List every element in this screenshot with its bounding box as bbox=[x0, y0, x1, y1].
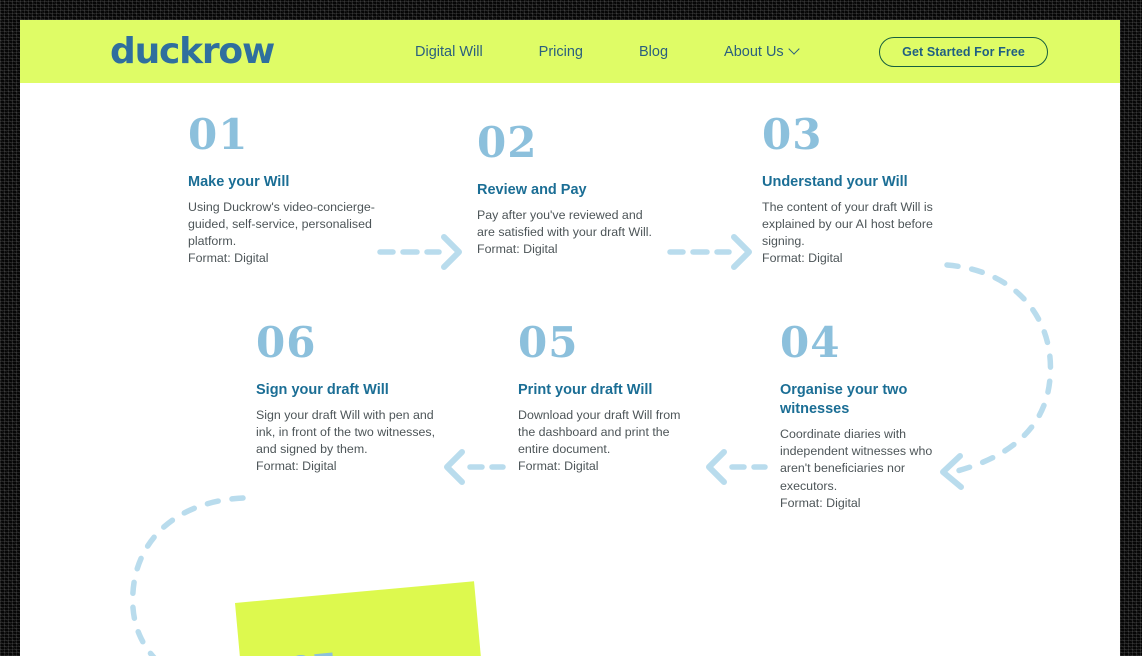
chevron-down-icon bbox=[788, 42, 800, 55]
nav-item-label: Pricing bbox=[538, 43, 583, 60]
how-it-works-steps: 01 Make your Will Using Duckrow's video-… bbox=[20, 83, 1120, 656]
step-description: Using Duckrow's video-concierge-guided, … bbox=[188, 200, 375, 249]
nav-item-label: Blog bbox=[639, 43, 669, 60]
nav-item-label: About Us bbox=[724, 43, 784, 60]
nav-item-pricing[interactable]: Pricing bbox=[539, 44, 583, 60]
step-card-01: 01 Make your Will Using Duckrow's video-… bbox=[188, 114, 378, 268]
step-title: Sign your draft Will bbox=[256, 382, 389, 398]
step-number: 01 bbox=[188, 110, 249, 159]
step-number: 02 bbox=[477, 118, 538, 167]
step-description: Download your draft Will from the dashbo… bbox=[518, 408, 681, 457]
step-number: 07 bbox=[288, 646, 339, 656]
step-title: Understand your Will bbox=[762, 174, 908, 190]
get-started-button[interactable]: Get Started For Free bbox=[879, 36, 1048, 67]
step-card-07: 07 per Will bbox=[235, 581, 488, 656]
dashed-curve-step3-to-step4 bbox=[940, 262, 1054, 490]
step-format: Format: Digital bbox=[477, 242, 558, 257]
arrow-left-step5-to-step6 bbox=[444, 449, 506, 485]
nav-item-label: Digital Will bbox=[415, 43, 483, 60]
step-description: Pay after you've reviewed and are satisf… bbox=[477, 208, 652, 240]
step-number: 03 bbox=[762, 110, 823, 159]
arrow-left-step4-to-step5 bbox=[706, 449, 768, 485]
nav-item-blog[interactable]: Blog bbox=[639, 44, 668, 60]
step-format: Format: Digital bbox=[188, 251, 269, 266]
step-description: Sign your draft Will with pen and ink, i… bbox=[256, 408, 436, 457]
step-card-06: 06 Sign your draft Will Sign your draft … bbox=[256, 322, 436, 476]
step-title: Print your draft Will bbox=[518, 382, 653, 398]
nav-item-digital-will[interactable]: Digital Will bbox=[415, 44, 483, 60]
main-navigation: Digital Will Pricing Blog About Us bbox=[415, 42, 800, 60]
step-card-05: 05 Print your draft Will Download your d… bbox=[518, 322, 698, 476]
nav-item-about-us[interactable]: About Us bbox=[724, 42, 800, 60]
arrow-right-step2-to-step3 bbox=[667, 234, 752, 270]
step-format: Format: Digital bbox=[518, 459, 599, 474]
browser-viewport: duckrow Digital Will Pricing Blog About … bbox=[20, 20, 1120, 656]
step-card-02: 02 Review and Pay Pay after you've revie… bbox=[477, 122, 657, 258]
brand-logo[interactable]: duckrow bbox=[110, 33, 275, 70]
step-number: 05 bbox=[518, 318, 579, 367]
step-format: Format: Digital bbox=[256, 459, 337, 474]
site-header: duckrow Digital Will Pricing Blog About … bbox=[20, 20, 1120, 83]
step-title: Review and Pay bbox=[477, 182, 587, 198]
step-number: 06 bbox=[256, 318, 317, 367]
arrow-right-step1-to-step2 bbox=[377, 234, 462, 270]
step-title: Make your Will bbox=[188, 174, 290, 190]
